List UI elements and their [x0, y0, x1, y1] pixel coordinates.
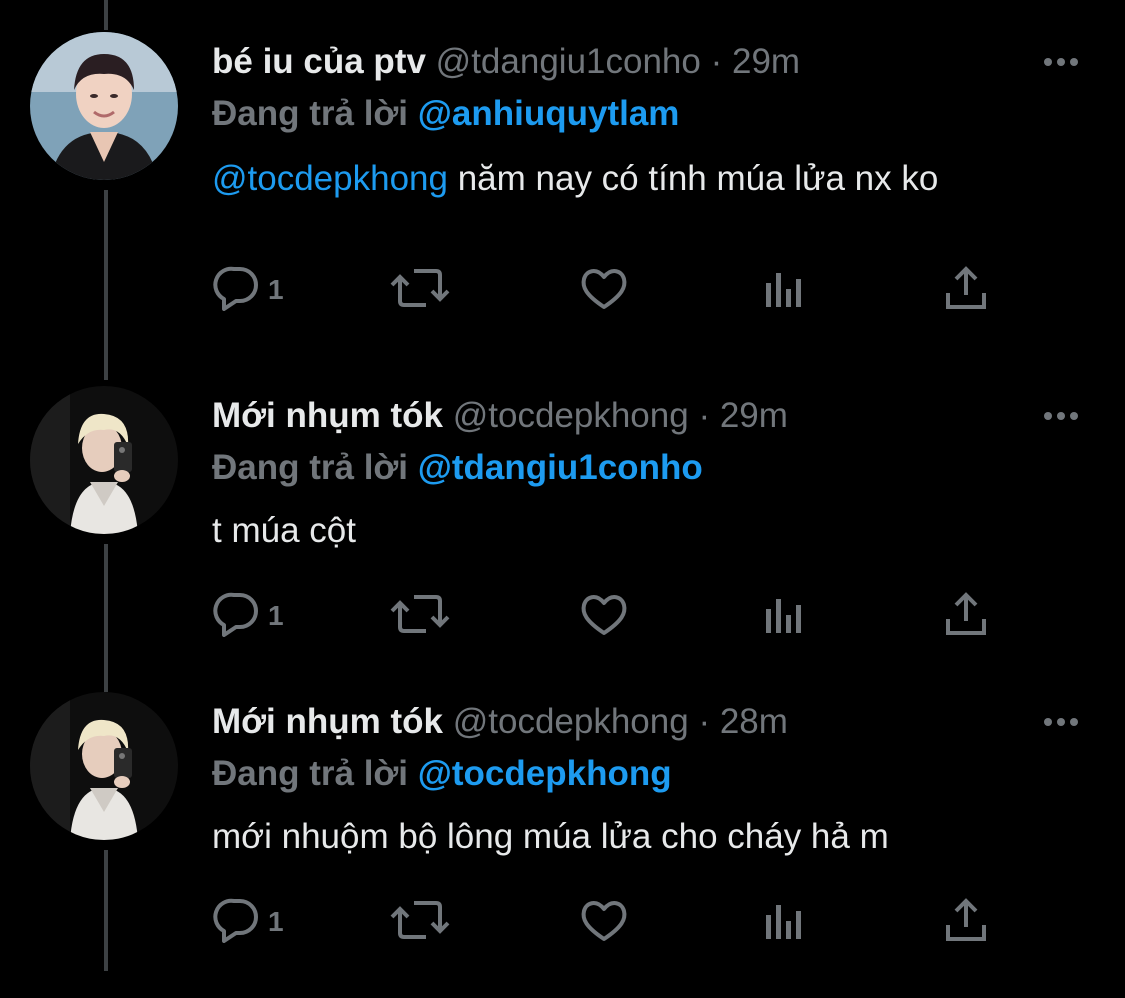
reply-button[interactable]: 1 [212, 260, 284, 320]
tweet-text: t múa cột [212, 506, 1072, 556]
replying-to-handle[interactable]: @anhiuquytlam [418, 94, 680, 133]
tweet-header: Mới nhụm tók @tocdepkhong · 29m [212, 386, 788, 446]
username[interactable]: @tdangiu1conho [436, 42, 701, 81]
tweet[interactable]: Mới nhụm tók @tocdepkhong · 28m Đang trả… [0, 692, 1125, 998]
username[interactable]: @tocdepkhong [453, 396, 689, 435]
like-icon [580, 897, 628, 948]
display-name[interactable]: Mới nhụm tók [212, 702, 443, 741]
avatar[interactable] [30, 32, 178, 180]
tweet-text: @tocdepkhong năm nay có tính múa lửa nx … [212, 154, 1072, 204]
like-icon [580, 265, 628, 316]
tweet[interactable]: Mới nhụm tók @tocdepkhong · 29m Đang trả… [0, 386, 1125, 692]
display-name[interactable]: Mới nhụm tók [212, 396, 443, 435]
share-button[interactable] [944, 260, 988, 320]
share-icon [944, 265, 988, 316]
tweet-header: Mới nhụm tók @tocdepkhong · 28m [212, 692, 788, 752]
share-icon [944, 591, 988, 642]
more-icon[interactable] [1041, 386, 1081, 446]
timestamp[interactable]: 29m [732, 42, 800, 81]
separator: · [698, 702, 711, 741]
replying-to: Đang trả lời @tdangiu1conho [212, 440, 703, 496]
like-button[interactable] [580, 260, 628, 320]
views-icon [764, 265, 804, 316]
replying-to-handle[interactable]: @tdangiu1conho [418, 448, 703, 487]
action-bar: 1 [212, 586, 992, 646]
share-button[interactable] [944, 892, 988, 952]
timestamp[interactable]: 29m [720, 396, 788, 435]
reply-count: 1 [268, 906, 284, 937]
tweet-header: bé iu của ptv @tdangiu1conho · 29m [212, 32, 800, 92]
reply-icon [212, 897, 260, 948]
tweet-body-text: năm nay có tính múa lửa nx ko [457, 159, 939, 198]
share-icon [944, 897, 988, 948]
action-bar: 1 [212, 260, 992, 320]
share-button[interactable] [944, 586, 988, 646]
retweet-icon [390, 591, 450, 642]
retweet-button[interactable] [390, 260, 450, 320]
replying-to: Đang trả lời @tocdepkhong [212, 746, 672, 802]
avatar[interactable] [30, 692, 178, 840]
reply-icon [212, 591, 260, 642]
tweet-text: mới nhuộm bộ lông múa lửa cho cháy hả m [212, 812, 1072, 862]
like-icon [580, 591, 628, 642]
views-button[interactable] [764, 260, 804, 320]
reply-icon [212, 265, 260, 316]
tweet-body-text: mới nhuộm bộ lông múa lửa cho cháy hả m [212, 817, 889, 856]
like-button[interactable] [580, 586, 628, 646]
more-icon[interactable] [1041, 692, 1081, 752]
timestamp[interactable]: 28m [720, 702, 788, 741]
retweet-icon [390, 897, 450, 948]
retweet-button[interactable] [390, 586, 450, 646]
tweet-body-text: t múa cột [212, 511, 356, 550]
replying-label: Đang trả lời [212, 754, 409, 793]
reply-button[interactable]: 1 [212, 892, 284, 952]
like-button[interactable] [580, 892, 628, 952]
reply-count: 1 [268, 600, 284, 631]
separator: · [710, 42, 723, 81]
views-icon [764, 591, 804, 642]
thread-line [104, 0, 108, 30]
display-name[interactable]: bé iu của ptv [212, 42, 426, 81]
mention-link[interactable]: @tocdepkhong [212, 159, 448, 198]
reply-button[interactable]: 1 [212, 586, 284, 646]
reply-count: 1 [268, 274, 284, 305]
replying-label: Đang trả lời [212, 94, 409, 133]
username[interactable]: @tocdepkhong [453, 702, 689, 741]
avatar[interactable] [30, 386, 178, 534]
replying-to-handle[interactable]: @tocdepkhong [418, 754, 672, 793]
views-icon [764, 897, 804, 948]
more-icon[interactable] [1041, 32, 1081, 92]
retweet-button[interactable] [390, 892, 450, 952]
action-bar: 1 [212, 892, 992, 952]
views-button[interactable] [764, 586, 804, 646]
replying-to: Đang trả lời @anhiuquytlam [212, 86, 679, 142]
retweet-icon [390, 265, 450, 316]
replying-label: Đang trả lời [212, 448, 409, 487]
separator: · [698, 396, 711, 435]
tweet[interactable]: bé iu của ptv @tdangiu1conho · 29m Đang … [0, 32, 1125, 338]
views-button[interactable] [764, 892, 804, 952]
